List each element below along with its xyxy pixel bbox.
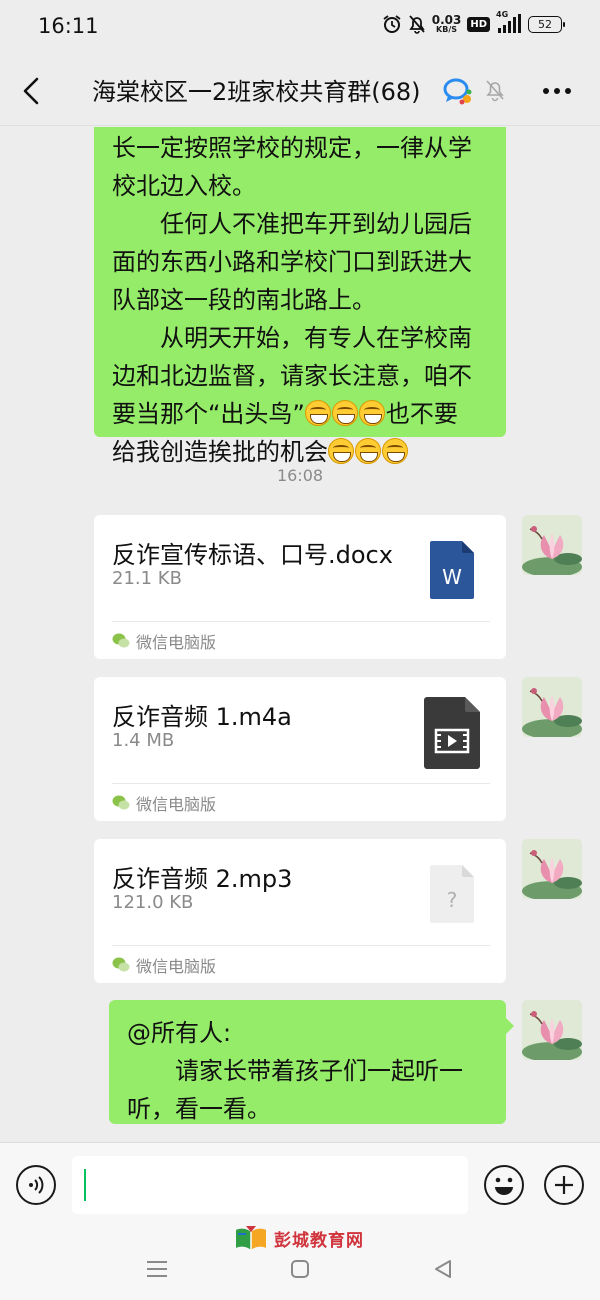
divider	[112, 621, 490, 622]
avatar[interactable]	[522, 677, 582, 737]
menu-lines-icon	[147, 1261, 167, 1277]
back-triangle-icon	[435, 1260, 451, 1278]
voice-icon	[29, 1176, 44, 1194]
chat-header: 海棠校区一2班家校共育群(68)	[0, 54, 600, 126]
file-source-label: 微信电脑版	[136, 957, 217, 976]
video-file-icon	[424, 697, 480, 773]
mute-bell-icon	[484, 78, 506, 106]
text-message-bubble[interactable]: 长一定按照学校的规定，一律从学 校北边入校。 任何人不准把车开到幼儿园后 面的东…	[94, 127, 506, 466]
lotus-avatar-icon	[522, 839, 582, 899]
wechat-logo-icon	[112, 633, 130, 648]
unknown-file-icon: ?	[430, 865, 474, 927]
message-text: 给我创造挨批的机会	[112, 438, 328, 466]
file-source: 微信电脑版	[112, 629, 216, 653]
lotus-avatar-icon	[522, 515, 582, 575]
more-dots-icon	[543, 88, 571, 94]
watermark-text: 彭城教育网	[274, 1230, 364, 1251]
plus-button[interactable]	[544, 1165, 584, 1205]
file-source: 微信电脑版	[112, 791, 216, 815]
grin-emoji-icon	[355, 438, 381, 464]
signal-icon: 4G	[496, 10, 522, 34]
recents-button[interactable]	[144, 1256, 170, 1282]
text-caret	[84, 1169, 86, 1201]
word-doc-icon: W	[430, 541, 474, 603]
message-line: 任何人不准把车开到幼儿园后	[112, 210, 472, 238]
chat-title[interactable]: 海棠校区一2班家校共育群(68)	[92, 72, 421, 107]
message-timestamp: 16:08	[276, 466, 324, 485]
file-name: 反诈宣传标语、口号.docx	[112, 541, 393, 569]
file-source: 微信电脑版	[112, 953, 216, 977]
status-time: 16:11	[38, 14, 99, 38]
bubble-tail	[506, 1018, 514, 1034]
avatar[interactable]	[522, 1000, 582, 1060]
avatar[interactable]	[522, 515, 582, 575]
plus-icon	[555, 1176, 573, 1194]
message-line: 边和北边监督，请家长注意，咱不	[112, 362, 472, 390]
grin-emoji-icon	[382, 438, 408, 464]
message-line: 校北边入校。	[112, 172, 256, 200]
back-nav-button[interactable]	[430, 1256, 456, 1282]
message-line: 请家长带着孩子们一起听一	[127, 1057, 463, 1085]
grin-emoji-icon	[331, 400, 358, 426]
file-size: 121.0 KB	[112, 892, 194, 913]
message-line: 长一定按照学校的规定，一律从学	[112, 134, 472, 162]
file-source-label: 微信电脑版	[136, 795, 217, 814]
message-line: @所有人:	[127, 1019, 232, 1047]
message-text: 要当那个“出头鸟”	[112, 400, 305, 428]
file-message-card[interactable]: 反诈音频 2.mp3 121.0 KB ? 微信电脑版	[94, 839, 506, 983]
unknown-file-letter: ?	[447, 888, 458, 912]
net-speed-unit: KB/S	[436, 25, 458, 34]
text-message-bubble[interactable]: @所有人: 请家长带着孩子们一起听一 听，看一看。	[109, 1000, 506, 1124]
message-line: 要当那个“出头鸟” 也不要	[112, 395, 488, 433]
emoji-button[interactable]	[484, 1165, 524, 1205]
grin-emoji-icon	[328, 438, 354, 464]
battery-level: 52	[538, 17, 552, 31]
status-bar: 16:11 0.03 KB/S HD 4G 52	[0, 0, 600, 54]
enterprise-chat-icon	[442, 76, 474, 110]
input-bar	[0, 1142, 600, 1222]
message-line: 听，看一看。	[127, 1095, 271, 1123]
file-message-card[interactable]: 反诈宣传标语、口号.docx 21.1 KB W 微信电脑版	[94, 515, 506, 659]
lotus-avatar-icon	[522, 1000, 582, 1060]
battery-icon: 52	[528, 15, 565, 33]
word-doc-letter: W	[442, 565, 462, 589]
file-size: 1.4 MB	[112, 730, 175, 751]
message-line: 面的东西小路和学校门口到跃进大	[112, 248, 472, 276]
file-name: 反诈音频 2.mp3	[112, 865, 293, 893]
alarm-icon	[382, 14, 402, 34]
home-square-icon	[291, 1260, 309, 1278]
message-line: 从明天开始，有专人在学校南	[112, 324, 472, 352]
file-size: 21.1 KB	[112, 568, 182, 589]
file-source-label: 微信电脑版	[136, 633, 217, 652]
emoji-icon	[495, 1177, 513, 1195]
message-text: 也不要	[385, 400, 458, 428]
lotus-avatar-icon	[522, 677, 582, 737]
grin-emoji-icon	[304, 400, 331, 426]
more-button[interactable]	[537, 76, 577, 106]
wechat-logo-icon	[112, 957, 130, 972]
message-input[interactable]	[72, 1156, 468, 1214]
wechat-logo-icon	[112, 795, 130, 810]
back-button[interactable]	[14, 74, 48, 108]
status-icons: 0.03 KB/S HD 4G 52	[382, 10, 565, 34]
message-line: 队部这一段的南北路上。	[112, 286, 376, 314]
net-speed: 0.03 KB/S	[432, 14, 462, 34]
divider	[112, 783, 490, 784]
file-name: 反诈音频 1.m4a	[112, 703, 292, 731]
grin-emoji-icon	[358, 400, 385, 426]
avatar[interactable]	[522, 839, 582, 899]
bottom-area: 彭城教育网	[0, 1222, 600, 1300]
signal-label: 4G	[496, 10, 509, 19]
voice-button[interactable]	[16, 1165, 56, 1205]
watermark: 彭城教育网	[234, 1224, 364, 1252]
back-arrow-icon	[23, 77, 39, 105]
book-logo-icon	[236, 1226, 266, 1250]
bell-off-icon	[408, 14, 426, 34]
file-message-card[interactable]: 反诈音频 1.m4a 1.4 MB 微信电脑版	[94, 677, 506, 821]
hd-badge: HD	[467, 16, 490, 32]
home-button[interactable]	[287, 1256, 313, 1282]
message-list[interactable]: 长一定按照学校的规定，一律从学 校北边入校。 任何人不准把车开到幼儿园后 面的东…	[0, 127, 600, 1142]
divider	[112, 945, 490, 946]
